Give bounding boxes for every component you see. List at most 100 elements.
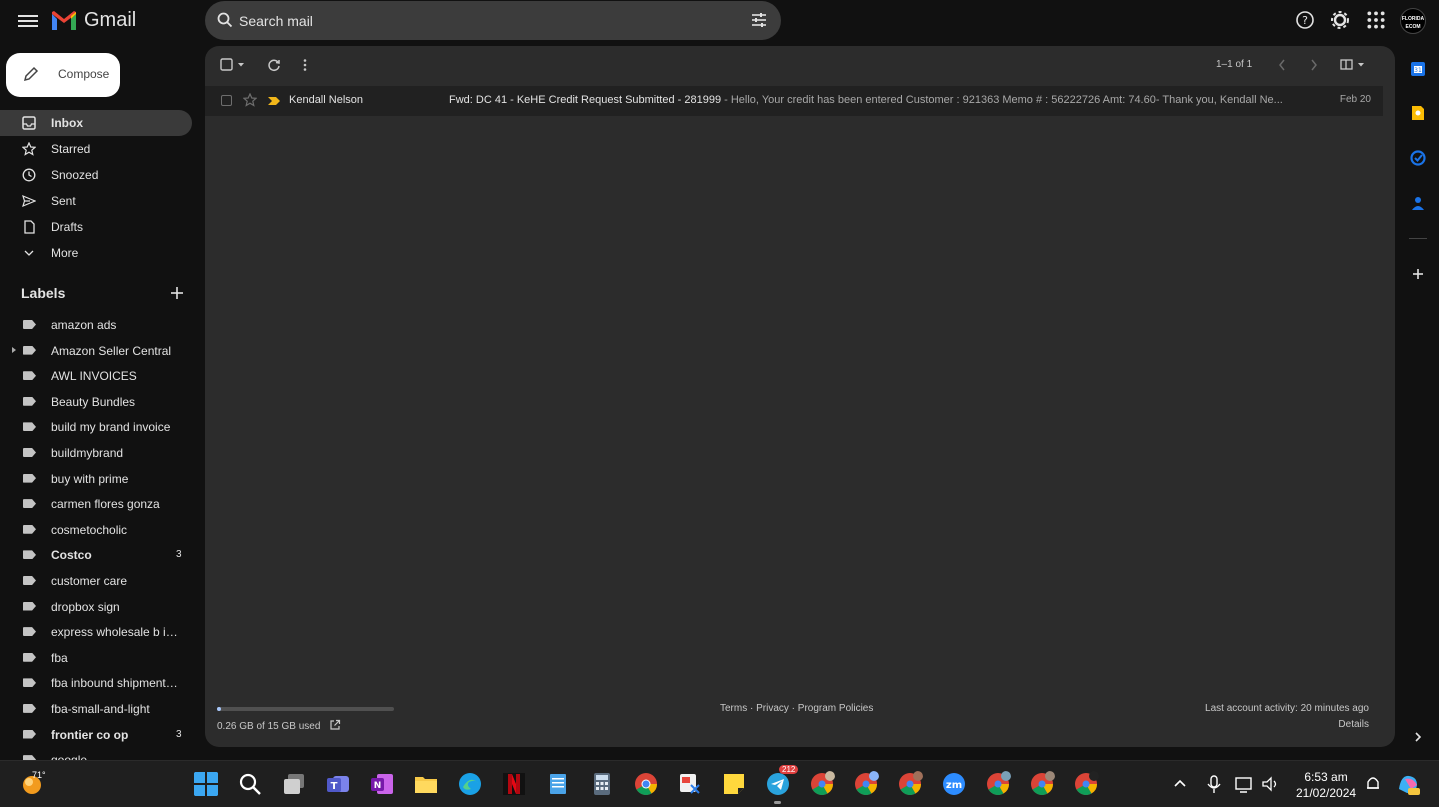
contacts-icon[interactable] [1410,195,1426,211]
snipping-tool-icon[interactable] [677,771,703,797]
chrome-profile-icon[interactable] [985,771,1011,797]
label-tag-icon [23,422,36,432]
help-icon[interactable]: ? [1295,10,1315,30]
tray-overflow-icon[interactable] [1170,771,1190,797]
sidebar-item-starred[interactable]: Starred [0,136,192,162]
volume-icon[interactable] [1260,771,1280,797]
onenote-icon[interactable]: N [369,771,395,797]
details-link[interactable]: Details [1338,719,1369,730]
compose-button[interactable]: Compose [6,53,120,97]
label-item[interactable]: cosmetocholic [0,517,200,543]
gmail-logo[interactable]: Gmail [50,9,136,32]
network-icon[interactable] [1234,771,1254,797]
chevron-right-icon[interactable] [1410,729,1426,745]
settings-icon[interactable] [1330,10,1350,30]
refresh-icon[interactable] [267,58,281,72]
label-item[interactable]: frontier co op 3 [0,722,200,748]
label-item[interactable]: amazon ads [0,312,200,338]
label-item[interactable]: buy with prime [0,466,200,492]
label-tag-icon [23,499,36,509]
label-item[interactable]: Costco 3 [0,542,200,568]
storage-usage[interactable]: 0.26 GB of 15 GB used [217,719,341,732]
calendar-icon[interactable]: 31 [1410,61,1426,77]
chrome-profile-icon[interactable] [853,771,879,797]
chrome-profile-icon[interactable] [809,771,835,797]
chrome-icon[interactable] [633,771,659,797]
telegram-app[interactable]: 212 [765,765,799,804]
label-item[interactable]: AWL INVOICES [0,363,200,389]
label-tag-icon [23,652,36,662]
notification-badge: 212 [779,765,799,774]
svg-text:T: T [331,781,338,792]
sidebar-item-inbox[interactable]: Inbox [0,110,192,136]
windows-taskbar: 71° T N 212 zm 6:53 am 21/02/2024 [0,760,1439,807]
sticky-notes-icon[interactable] [721,771,747,797]
search-icon[interactable] [217,12,233,28]
email-row[interactable]: Kendall Nelson Fwd: DC 41 - KeHE Credit … [205,86,1383,116]
chrome-profile-icon[interactable] [1029,771,1055,797]
keep-icon[interactable] [1410,105,1426,121]
label-item[interactable]: dropbox sign [0,594,200,620]
label-item[interactable]: build my brand invoice [0,414,200,440]
label-item[interactable]: buildmybrand [0,440,200,466]
calculator-icon[interactable] [589,771,615,797]
pagination-label: 1–1 of 1 [1216,59,1253,70]
open-external-icon[interactable] [329,719,341,731]
netflix-icon[interactable] [501,771,527,797]
edge-icon[interactable] [457,771,483,797]
add-label-icon[interactable] [170,286,184,300]
chrome-profile-icon[interactable] [1073,771,1099,797]
split-pane-icon[interactable] [1340,58,1366,72]
star-icon [22,142,36,156]
expand-arrow-icon[interactable] [12,346,16,353]
main-menu-icon[interactable] [18,12,38,32]
label-item[interactable]: Amazon Seller Central [0,338,200,364]
teams-icon[interactable]: T [325,771,351,797]
sidebar-item-sent[interactable]: Sent [0,188,192,214]
file-explorer-icon[interactable] [413,771,439,797]
sidebar-item-drafts[interactable]: Drafts [0,214,192,240]
label-name: fba inbound shipment b... [51,676,181,691]
gmail-m-icon [52,10,76,30]
zoom-icon[interactable]: zm [941,771,967,797]
search-input[interactable] [239,1,739,40]
older-page-icon[interactable] [1309,58,1319,72]
sidebar-item-label: Sent [51,194,76,208]
copilot-icon[interactable] [1395,771,1421,797]
system-clock[interactable]: 6:53 am 21/02/2024 [1296,769,1356,801]
svg-text:N: N [374,781,382,791]
label-item[interactable]: fba-small-and-light [0,696,200,722]
search-bar[interactable] [205,1,781,40]
label-item[interactable]: carmen flores gonza [0,491,200,517]
apps-grid-icon[interactable] [1366,10,1386,30]
taskbar-search-icon[interactable] [237,771,263,797]
send-icon [22,194,36,208]
task-view-icon[interactable] [281,771,307,797]
more-vert-icon[interactable] [302,58,308,72]
important-marker-icon[interactable] [267,96,281,106]
tasks-icon[interactable] [1410,150,1426,166]
label-tag-icon [23,575,36,585]
account-avatar[interactable]: FLORIDA ECOM [1400,8,1426,34]
label-item[interactable]: fba inbound shipment b... [0,670,200,696]
newer-page-icon[interactable] [1277,58,1287,72]
chrome-profile-icon[interactable] [897,771,923,797]
sidebar-item-more[interactable]: More [0,240,192,266]
microphone-icon[interactable] [1204,771,1224,797]
label-item[interactable]: Beauty Bundles [0,389,200,415]
label-item[interactable]: express wholesale b inv... [0,619,200,645]
footer-links[interactable]: Terms · Privacy · Program Policies [720,703,873,714]
label-item[interactable]: customer care [0,568,200,594]
notepad-icon[interactable] [545,771,571,797]
sidebar-item-snoozed[interactable]: Snoozed [0,162,192,188]
windows-start-icon[interactable] [193,771,219,797]
label-item[interactable]: fba [0,645,200,671]
notifications-icon[interactable] [1364,771,1382,797]
search-options-icon[interactable] [751,12,767,28]
select-all-checkbox[interactable] [220,58,246,72]
sidebar-item-label: Starred [51,142,91,156]
email-sender: Kendall Nelson [289,94,363,106]
star-icon[interactable] [243,93,257,107]
add-addon-icon[interactable] [1410,266,1426,282]
email-checkbox[interactable] [221,95,232,106]
